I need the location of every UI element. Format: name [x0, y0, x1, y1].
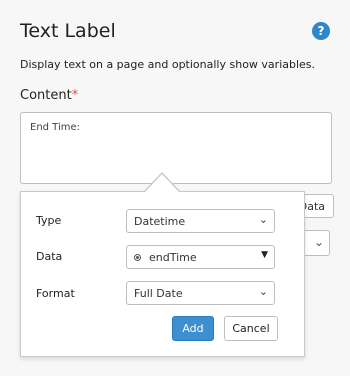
chevron-down-icon: ⌄	[313, 235, 324, 249]
content-label-text: Content	[20, 88, 72, 103]
add-button[interactable]: Add	[172, 316, 214, 341]
data-select-value: endTime	[149, 250, 197, 264]
format-select-value: Full Date	[134, 286, 183, 300]
chevron-down-icon: ⌄	[258, 285, 268, 298]
type-select[interactable]: Datetime ⌄	[126, 209, 275, 233]
dropdown-arrow-icon: ▼	[261, 250, 268, 260]
format-select[interactable]: Full Date ⌄	[126, 281, 275, 305]
panel-title: Text Label	[20, 20, 116, 42]
type-select-value: Datetime	[134, 214, 186, 228]
data-select[interactable]: endTime ▼	[126, 245, 275, 269]
type-label: Type	[36, 214, 62, 227]
text-label-panel: Text Label ? Display text on a page and …	[0, 0, 350, 376]
format-label: Format	[36, 287, 75, 300]
required-marker: *	[71, 88, 79, 103]
chevron-down-icon: ⌄	[258, 213, 268, 226]
panel-description: Display text on a page and optionally sh…	[20, 58, 316, 71]
data-label: Data	[36, 250, 63, 263]
cancel-button[interactable]: Cancel	[224, 316, 278, 341]
popover-arrow-fill	[145, 174, 179, 192]
variable-icon	[134, 253, 141, 261]
help-icon[interactable]: ?	[312, 22, 330, 40]
content-label: Content*	[20, 88, 78, 103]
